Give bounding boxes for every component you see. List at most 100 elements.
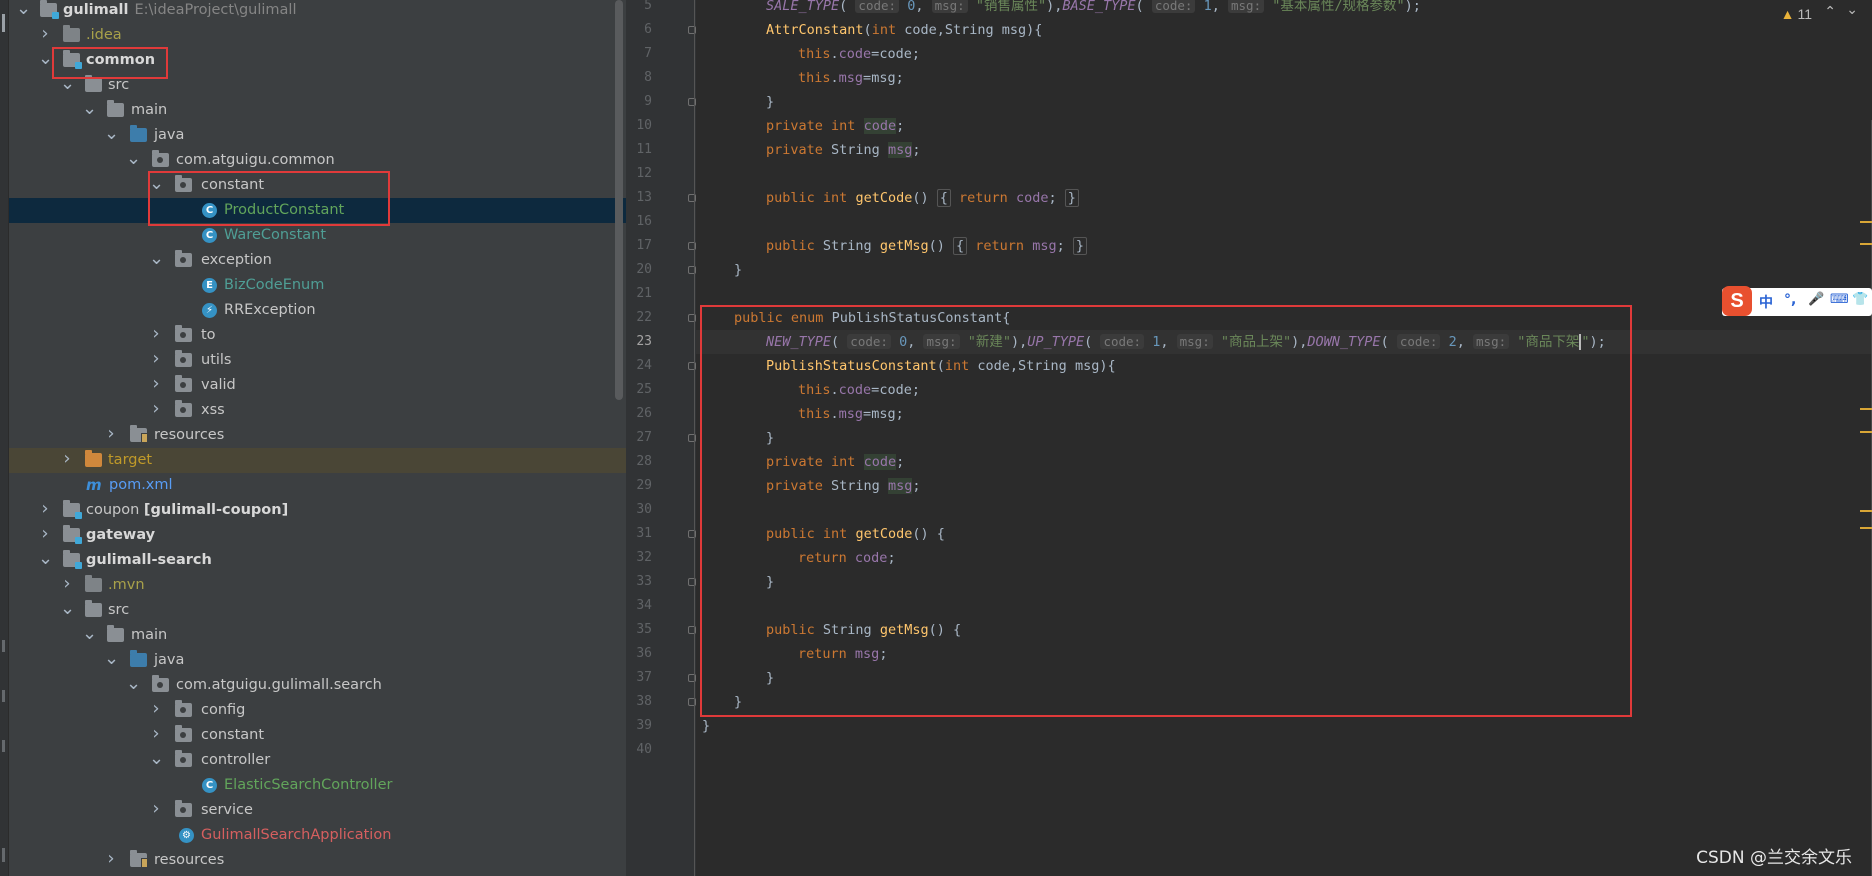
code-line[interactable]: SALE_TYPE( code: 0, msg: "销售属性"),BASE_TY… (766, 0, 1872, 18)
tree-row-elasticsearchcontroller[interactable]: C ElasticSearchController (9, 773, 626, 798)
tree-row-xss[interactable]: xss (9, 398, 626, 423)
tree-row-rrexception[interactable]: ⚡ RRException (9, 298, 626, 323)
chevron-down-icon[interactable] (60, 73, 74, 98)
code-line[interactable]: public int getCode() { return code; } (766, 186, 1872, 210)
tree-row-main[interactable]: main (9, 98, 626, 123)
skin-icon[interactable]: 👕 (1852, 292, 1868, 307)
tree-row-resources[interactable]: resources (9, 848, 626, 873)
chevron-right-icon[interactable] (149, 398, 163, 423)
code-line[interactable]: private int code; (766, 114, 1872, 138)
tree-row-config[interactable]: config (9, 698, 626, 723)
tree-row-pom[interactable]: m pom.xml (9, 473, 626, 498)
tree-row-constant[interactable]: constant (9, 723, 626, 748)
error-stripe-marker[interactable] (1860, 408, 1872, 410)
tree-row-utils[interactable]: utils (9, 348, 626, 373)
code-line[interactable]: public enum PublishStatusConstant{ (734, 306, 1872, 330)
chevron-up-icon[interactable]: ⌃ (1824, 4, 1836, 20)
ime-language-toggle[interactable]: 中 (1759, 292, 1773, 312)
chevron-down-icon[interactable] (82, 98, 96, 123)
chevron-right-icon[interactable] (60, 448, 74, 473)
chevron-down-icon[interactable]: ⌄ (1846, 2, 1858, 18)
chevron-right-icon[interactable] (149, 723, 163, 748)
tree-row-bizcodeenum[interactable]: E BizCodeEnum (9, 273, 626, 298)
code-line[interactable]: public String getMsg() { return msg; } (766, 234, 1872, 258)
error-stripe-marker[interactable] (1860, 221, 1872, 223)
code-line[interactable]: AttrConstant(int code,String msg){ (766, 18, 1872, 42)
tree-row-idea[interactable]: .idea (9, 23, 626, 48)
code-line[interactable]: } (766, 570, 1872, 594)
sogou-logo-icon[interactable]: S (1722, 286, 1752, 316)
tree-row-common[interactable]: common (9, 48, 626, 73)
tree-row-java[interactable]: java (9, 648, 626, 673)
tree-row-controller[interactable]: controller (9, 748, 626, 773)
tree-row-gulimall-search[interactable]: gulimall-search (9, 548, 626, 573)
code-line[interactable]: } (702, 714, 1872, 738)
code-line[interactable]: private String msg; (766, 138, 1872, 162)
tree-row-constant[interactable]: constant (9, 173, 626, 198)
code-line[interactable]: } (766, 90, 1872, 114)
tree-row-exception[interactable]: exception (9, 248, 626, 273)
code-line[interactable]: this.msg=msg; (798, 66, 1872, 90)
chevron-down-icon[interactable] (38, 48, 52, 73)
code-line[interactable]: } (734, 690, 1872, 714)
code-line[interactable]: } (766, 666, 1872, 690)
tree-row-package-common[interactable]: com.atguigu.common (9, 148, 626, 173)
error-stripe-marker[interactable] (1860, 243, 1872, 245)
tool-tab[interactable] (2, 640, 5, 652)
chevron-right-icon[interactable] (149, 323, 163, 348)
chevron-down-icon[interactable] (149, 248, 163, 273)
error-stripe-marker[interactable] (1860, 510, 1872, 512)
ime-punctuation-toggle[interactable]: °, (1784, 292, 1796, 308)
chevron-down-icon[interactable] (104, 648, 118, 673)
tree-row-gateway[interactable]: gateway (9, 523, 626, 548)
tree-row-to[interactable]: to (9, 323, 626, 348)
tool-tab[interactable] (2, 848, 5, 862)
code-line[interactable]: return msg; (798, 642, 1872, 666)
tree-row-resources[interactable]: resources (9, 423, 626, 448)
code-line[interactable]: this.msg=msg; (798, 402, 1872, 426)
chevron-right-icon[interactable] (38, 523, 52, 548)
code-line[interactable]: public int getCode() { (766, 522, 1872, 546)
chevron-right-icon[interactable] (149, 348, 163, 373)
code-line[interactable]: private int code; (766, 450, 1872, 474)
code-line-current[interactable]: NEW_TYPE( code: 0, msg: "新建"),UP_TYPE( c… (696, 330, 1872, 354)
code-line[interactable]: this.code=code; (798, 42, 1872, 66)
chevron-down-icon[interactable] (60, 598, 74, 623)
microphone-icon[interactable]: 🎤 (1808, 292, 1824, 307)
tool-tab[interactable] (2, 690, 5, 702)
inspection-widget[interactable]: ▲ 11 (1781, 6, 1812, 22)
project-tool-tab[interactable] (2, 14, 5, 32)
tree-row-productconstant[interactable]: C ProductConstant (9, 198, 626, 223)
chevron-down-icon[interactable] (149, 173, 163, 198)
error-stripe-marker[interactable] (1860, 527, 1872, 529)
tree-row-main[interactable]: main (9, 623, 626, 648)
chevron-right-icon[interactable] (60, 573, 74, 598)
tool-tab[interactable] (2, 740, 5, 752)
code-line[interactable]: } (766, 426, 1872, 450)
tree-row-src[interactable]: src (9, 598, 626, 623)
tree-row-wareconstant[interactable]: C WareConstant (9, 223, 626, 248)
chevron-down-icon[interactable] (126, 673, 140, 698)
tree-scrollbar[interactable] (615, 0, 623, 400)
chevron-right-icon[interactable] (149, 373, 163, 398)
code-line[interactable]: PublishStatusConstant(int code,String ms… (766, 354, 1872, 378)
chevron-down-icon[interactable] (126, 148, 140, 173)
tree-row-valid[interactable]: valid (9, 373, 626, 398)
chevron-down-icon[interactable] (82, 623, 96, 648)
chevron-down-icon[interactable] (16, 0, 30, 23)
code-line[interactable]: this.code=code; (798, 378, 1872, 402)
code-line[interactable]: public String getMsg() { (766, 618, 1872, 642)
tree-row-package-search[interactable]: com.atguigu.gulimall.search (9, 673, 626, 698)
chevron-right-icon[interactable] (104, 848, 118, 873)
chevron-right-icon[interactable] (38, 23, 52, 48)
code-editor[interactable]: SALE_TYPE( code: 0, msg: "销售属性"),BASE_TY… (696, 0, 1872, 876)
chevron-down-icon[interactable] (149, 748, 163, 773)
tree-row-coupon[interactable]: coupon [gulimall-coupon] (9, 498, 626, 523)
code-line[interactable]: private String msg; (766, 474, 1872, 498)
code-line[interactable]: } (734, 258, 1872, 282)
tree-row-mvn[interactable]: .mvn (9, 573, 626, 598)
tree-row-gulimallsearchapplication[interactable]: ⚙ GulimallSearchApplication (9, 823, 626, 848)
chevron-right-icon[interactable] (38, 498, 52, 523)
code-line[interactable]: return code; (798, 546, 1872, 570)
tree-row-src[interactable]: src (9, 73, 626, 98)
